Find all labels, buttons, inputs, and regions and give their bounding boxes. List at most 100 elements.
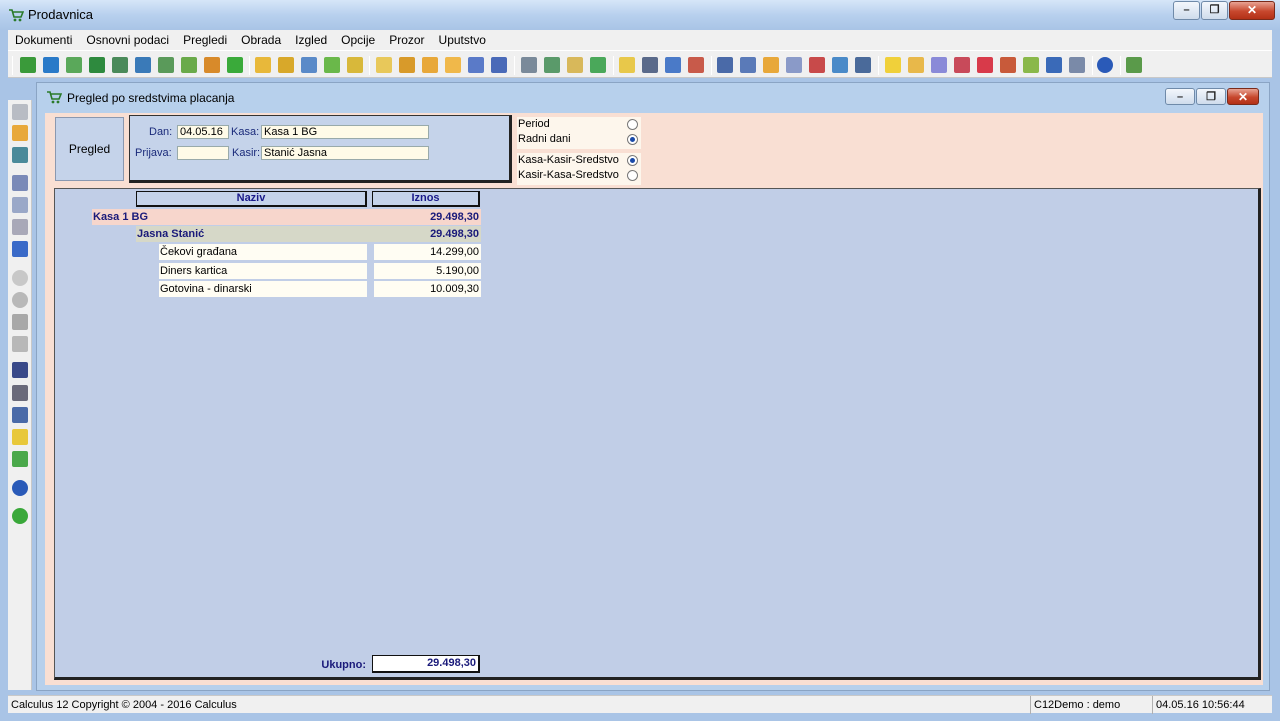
car-icon[interactable]: [521, 57, 537, 73]
binoculars-icon[interactable]: [12, 362, 28, 378]
edit-icon[interactable]: [12, 336, 28, 352]
word-export-icon[interactable]: [12, 241, 28, 257]
menu-obrada[interactable]: Obrada: [234, 30, 288, 50]
document-check-icon[interactable]: [1023, 57, 1039, 73]
recycle-icon[interactable]: [66, 57, 82, 73]
table-row[interactable]: Diners kartica: [159, 263, 367, 279]
folder-out-icon[interactable]: [278, 57, 294, 73]
help-icon[interactable]: [12, 480, 28, 496]
print-preview-icon[interactable]: [12, 197, 28, 213]
menu-uputstvo[interactable]: Uputstvo: [432, 30, 493, 50]
find-next-icon[interactable]: [12, 385, 28, 401]
column-header-iznos[interactable]: Iznos: [372, 191, 480, 207]
radio-kasa-kasir-sredstvo[interactable]: Kasa-Kasir-Sredstvo: [517, 153, 641, 168]
plus-icon[interactable]: [227, 57, 243, 73]
table-row[interactable]: Čekovi građana: [159, 244, 367, 260]
export-icon[interactable]: [89, 57, 105, 73]
clipboard-icon[interactable]: [491, 57, 507, 73]
exit-doc-icon[interactable]: [855, 57, 871, 73]
radio-radni-dani[interactable]: Radni dani: [517, 132, 641, 147]
exit-icon[interactable]: [1126, 57, 1142, 73]
grid-icon[interactable]: [740, 57, 756, 73]
report-icon[interactable]: [809, 57, 825, 73]
table-row[interactable]: 10.009,30: [374, 281, 481, 297]
print-icon[interactable]: [12, 175, 28, 191]
box-icon[interactable]: [399, 57, 415, 73]
help-icon[interactable]: [1097, 57, 1113, 73]
child-minimize-button[interactable]: –: [1165, 88, 1195, 105]
column-header-naziv[interactable]: Naziv: [136, 191, 367, 207]
gear-icon[interactable]: [931, 57, 947, 73]
minimize-button[interactable]: –: [1173, 1, 1200, 20]
gem-icon[interactable]: [977, 57, 993, 73]
table-row[interactable]: Gotovina - dinarski: [159, 281, 367, 297]
table-row[interactable]: 14.299,00: [374, 244, 481, 260]
collapse-icon[interactable]: [12, 451, 28, 467]
invoice-icon[interactable]: [567, 57, 583, 73]
barcode-icon[interactable]: [954, 57, 970, 73]
radio-kasir-kasa-sredstvo[interactable]: Kasir-Kasa-Sredstvo: [517, 168, 641, 183]
radio-period-button[interactable]: [627, 119, 638, 130]
kasa-row[interactable]: Kasa 1 BG 29.498,30: [92, 209, 481, 225]
menu-dokumenti[interactable]: Dokumenti: [8, 30, 79, 50]
kasir-field[interactable]: Stanić Jasna: [261, 146, 429, 160]
window-list-icon[interactable]: [12, 125, 28, 141]
window-icon[interactable]: [832, 57, 848, 73]
radio-kasa-kasir-sredstvo-button[interactable]: [627, 155, 638, 166]
table-icon[interactable]: [665, 57, 681, 73]
sigma-icon[interactable]: [642, 57, 658, 73]
radio-radni-dani-button[interactable]: [627, 134, 638, 145]
restore-button[interactable]: ❐: [1201, 1, 1228, 20]
report-window-title-bar[interactable]: Pregled po sredstvima placanja – ❐ ✕: [37, 83, 1269, 109]
menu-osnovni-podaci[interactable]: Osnovni podaci: [79, 30, 176, 50]
remove-circle-icon[interactable]: [12, 292, 28, 308]
table-row[interactable]: 5.190,00: [374, 263, 481, 279]
arrow-right-icon[interactable]: [135, 57, 151, 73]
copy-icon[interactable]: [619, 57, 635, 73]
sort-az-icon[interactable]: [12, 407, 28, 423]
tree-icon[interactable]: [763, 57, 779, 73]
link-icon[interactable]: [12, 219, 28, 235]
settings-doc-icon[interactable]: [1069, 57, 1085, 73]
menu-prozor[interactable]: Prozor: [382, 30, 431, 50]
lightbulb-icon[interactable]: [885, 57, 901, 73]
radio-period[interactable]: Period: [517, 117, 641, 132]
menu-opcije[interactable]: Opcije: [334, 30, 382, 50]
pregled-button[interactable]: Pregled: [55, 117, 124, 181]
database-icon[interactable]: [468, 57, 484, 73]
arrow-doc-icon[interactable]: [544, 57, 560, 73]
envelope-icon[interactable]: [376, 57, 392, 73]
prijava-field[interactable]: [177, 146, 229, 160]
folder-in-icon[interactable]: [255, 57, 271, 73]
copy-window-icon[interactable]: [12, 147, 28, 163]
child-close-button[interactable]: ✕: [1227, 88, 1259, 105]
coins-icon[interactable]: [347, 57, 363, 73]
add-circle-icon[interactable]: [12, 270, 28, 286]
pencil-icon[interactable]: [445, 57, 461, 73]
kasir-row[interactable]: Jasna Stanić 29.498,30: [136, 226, 481, 242]
document-one-icon[interactable]: [20, 57, 36, 73]
chart-up-icon[interactable]: [324, 57, 340, 73]
run-icon[interactable]: [12, 508, 28, 524]
save-icon[interactable]: [112, 57, 128, 73]
radio-kasir-kasa-sredstvo-button[interactable]: [627, 170, 638, 181]
filter-icon[interactable]: [12, 429, 28, 445]
minus-icon[interactable]: [204, 57, 220, 73]
kasa-field[interactable]: Kasa 1 BG: [261, 125, 429, 139]
tag-icon[interactable]: [908, 57, 924, 73]
refresh-icon[interactable]: [43, 57, 59, 73]
book-icon[interactable]: [1000, 57, 1016, 73]
pages-icon[interactable]: [786, 57, 802, 73]
forward-icon[interactable]: [158, 57, 174, 73]
title-bar[interactable]: Prodavnica – ❐ ✕: [0, 0, 1280, 30]
dan-field[interactable]: 04.05.16: [177, 125, 229, 139]
save-icon[interactable]: [12, 104, 28, 120]
calculator-icon[interactable]: [688, 57, 704, 73]
menu-pregledi[interactable]: Pregledi: [176, 30, 234, 50]
menu-izgled[interactable]: Izgled: [288, 30, 334, 50]
child-restore-button[interactable]: ❐: [1196, 88, 1226, 105]
info-icon[interactable]: [1046, 57, 1062, 73]
columns-icon[interactable]: [717, 57, 733, 73]
undo-icon[interactable]: [12, 314, 28, 330]
document-edit-icon[interactable]: [301, 57, 317, 73]
